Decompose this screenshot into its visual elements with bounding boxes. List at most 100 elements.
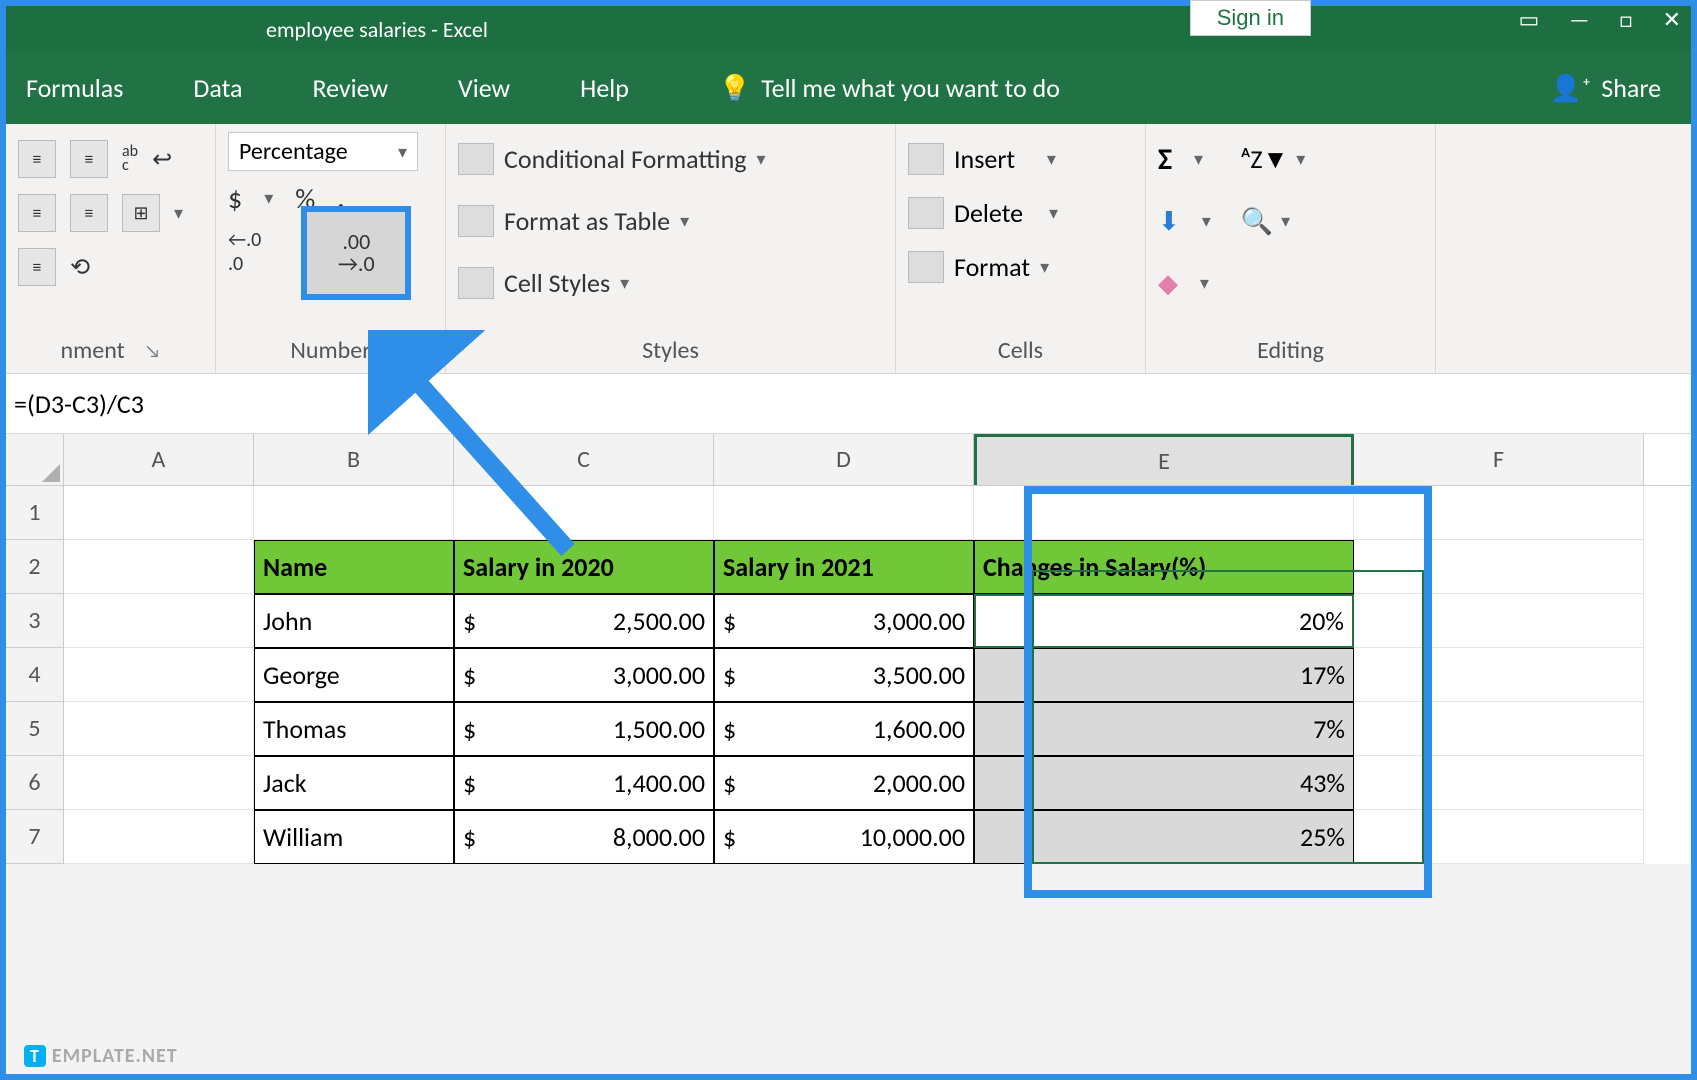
minimize-icon[interactable]: —	[1569, 6, 1589, 33]
autosum-button[interactable]: Σ ▾	[1158, 132, 1211, 186]
cell[interactable]	[454, 486, 714, 540]
number-format-dropdown[interactable]: Percentage ▾	[228, 132, 418, 171]
row-header-1[interactable]: 1	[6, 486, 64, 540]
col-header-b[interactable]: B	[254, 434, 454, 485]
table-cell[interactable]: 43%	[974, 756, 1354, 810]
table-cell[interactable]: $1,600.00	[714, 702, 974, 756]
cell-styles-button[interactable]: Cell Styles ▾	[458, 256, 883, 310]
share-button[interactable]: 👤⁺ Share	[1549, 72, 1661, 104]
format-as-table-button[interactable]: Format as Table ▾	[458, 194, 883, 248]
indent-dec-icon[interactable]: ≡	[18, 248, 56, 286]
table-cell[interactable]: William	[254, 810, 454, 864]
merge-dropdown-icon[interactable]: ▾	[174, 202, 183, 224]
table-cell[interactable]: George	[254, 648, 454, 702]
chevron-down-icon: ▾	[680, 210, 689, 232]
cell[interactable]	[1354, 702, 1644, 756]
table-cell[interactable]: $3,500.00	[714, 648, 974, 702]
table-cell[interactable]: 17%	[974, 648, 1354, 702]
align-center-icon[interactable]: ≡	[70, 140, 108, 178]
row-header-6[interactable]: 6	[6, 756, 64, 810]
table-cell[interactable]: Jack	[254, 756, 454, 810]
cell[interactable]	[1354, 594, 1644, 648]
insert-button[interactable]: Insert ▾	[908, 132, 1133, 186]
format-button[interactable]: Format ▾	[908, 240, 1133, 294]
table-header[interactable]: Salary in 2020	[454, 540, 714, 594]
cell[interactable]	[1354, 756, 1644, 810]
align-center2-icon[interactable]: ≡	[70, 194, 108, 232]
cell[interactable]	[714, 486, 974, 540]
table-cell[interactable]: 7%	[974, 702, 1354, 756]
row-header-5[interactable]: 5	[6, 702, 64, 756]
increase-decimal-button[interactable]: ←.0.0	[228, 228, 261, 276]
formula-bar[interactable]: =(D3-C3)/C3	[6, 374, 1691, 434]
cell[interactable]	[64, 540, 254, 594]
table-cell[interactable]: $10,000.00	[714, 810, 974, 864]
align-left2-icon[interactable]: ≡	[18, 194, 56, 232]
sign-in-button[interactable]: Sign in	[1190, 0, 1311, 36]
cell[interactable]	[1354, 540, 1644, 594]
table-header[interactable]: Name	[254, 540, 454, 594]
table-cell[interactable]: 25%	[974, 810, 1354, 864]
table-header[interactable]: Changes in Salary(%)	[974, 540, 1354, 594]
table-cell[interactable]: $8,000.00	[454, 810, 714, 864]
col-header-a[interactable]: A	[64, 434, 254, 485]
table-format-label: Format as Table	[504, 205, 670, 237]
cell[interactable]	[64, 648, 254, 702]
table-cell[interactable]: $1,500.00	[454, 702, 714, 756]
tab-review[interactable]: Review	[312, 72, 388, 104]
row-header-4[interactable]: 4	[6, 648, 64, 702]
table-cell-active[interactable]: 20%	[974, 594, 1354, 648]
table-cell[interactable]: Thomas	[254, 702, 454, 756]
row-header-3[interactable]: 3	[6, 594, 64, 648]
col-header-f[interactable]: F	[1354, 434, 1644, 485]
chevron-down-icon: ▾	[1040, 256, 1049, 278]
formula-input[interactable]: =(D3-C3)/C3	[14, 388, 144, 420]
cell[interactable]	[1354, 810, 1644, 864]
cell[interactable]	[64, 486, 254, 540]
maximize-icon[interactable]: □	[1619, 6, 1632, 33]
table-cell[interactable]: $2,500.00	[454, 594, 714, 648]
tab-view[interactable]: View	[458, 72, 510, 104]
select-all-button[interactable]	[6, 434, 64, 485]
cell[interactable]	[1354, 648, 1644, 702]
table-cell[interactable]: John	[254, 594, 454, 648]
cell[interactable]	[64, 810, 254, 864]
fill-button[interactable]: ⬇ ▾	[1158, 194, 1211, 248]
accounting-format-button[interactable]: $	[228, 181, 242, 216]
cell[interactable]	[254, 486, 454, 540]
clear-button[interactable]: ◆ ▾	[1158, 256, 1211, 310]
sort-filter-button[interactable]: ᴬZ▼▾	[1241, 132, 1306, 186]
tab-formulas[interactable]: Formulas	[26, 72, 123, 104]
cell[interactable]	[64, 756, 254, 810]
tell-me-box[interactable]: 💡 Tell me what you want to do	[719, 72, 1060, 104]
row-header-7[interactable]: 7	[6, 810, 64, 864]
row-header-2[interactable]: 2	[6, 540, 64, 594]
watermark: T EMPLATE.NET	[24, 1044, 178, 1068]
align-left-icon[interactable]: ≡	[18, 140, 56, 178]
decrease-decimal-button[interactable]: .00 →.0	[301, 206, 411, 300]
find-select-button[interactable]: 🔍▾	[1241, 194, 1306, 248]
table-cell[interactable]: $3,000.00	[714, 594, 974, 648]
ribbon-display-icon[interactable]: ▭	[1519, 6, 1540, 33]
conditional-formatting-button[interactable]: Conditional Formatting ▾	[458, 132, 883, 186]
orientation-icon[interactable]: ⟲	[70, 253, 90, 282]
col-header-c[interactable]: C	[454, 434, 714, 485]
col-header-d[interactable]: D	[714, 434, 974, 485]
delete-button[interactable]: Delete ▾	[908, 186, 1133, 240]
cell[interactable]	[64, 702, 254, 756]
cell[interactable]	[64, 594, 254, 648]
wrap-text-button[interactable]: ab c	[122, 145, 138, 173]
table-cell[interactable]: $2,000.00	[714, 756, 974, 810]
table-cell[interactable]: $1,400.00	[454, 756, 714, 810]
close-icon[interactable]: ✕	[1663, 6, 1681, 33]
cell[interactable]	[1354, 486, 1644, 540]
tab-help[interactable]: Help	[580, 72, 629, 104]
merge-button[interactable]: ⊞	[122, 194, 160, 232]
table-cell[interactable]: $3,000.00	[454, 648, 714, 702]
table-header[interactable]: Salary in 2021	[714, 540, 974, 594]
col-header-e[interactable]: E	[974, 434, 1354, 485]
tab-data[interactable]: Data	[193, 72, 242, 104]
alignment-launcher-icon[interactable]: ↘	[145, 340, 161, 362]
accounting-dropdown-icon[interactable]: ▾	[264, 187, 273, 209]
cell[interactable]	[974, 486, 1354, 540]
